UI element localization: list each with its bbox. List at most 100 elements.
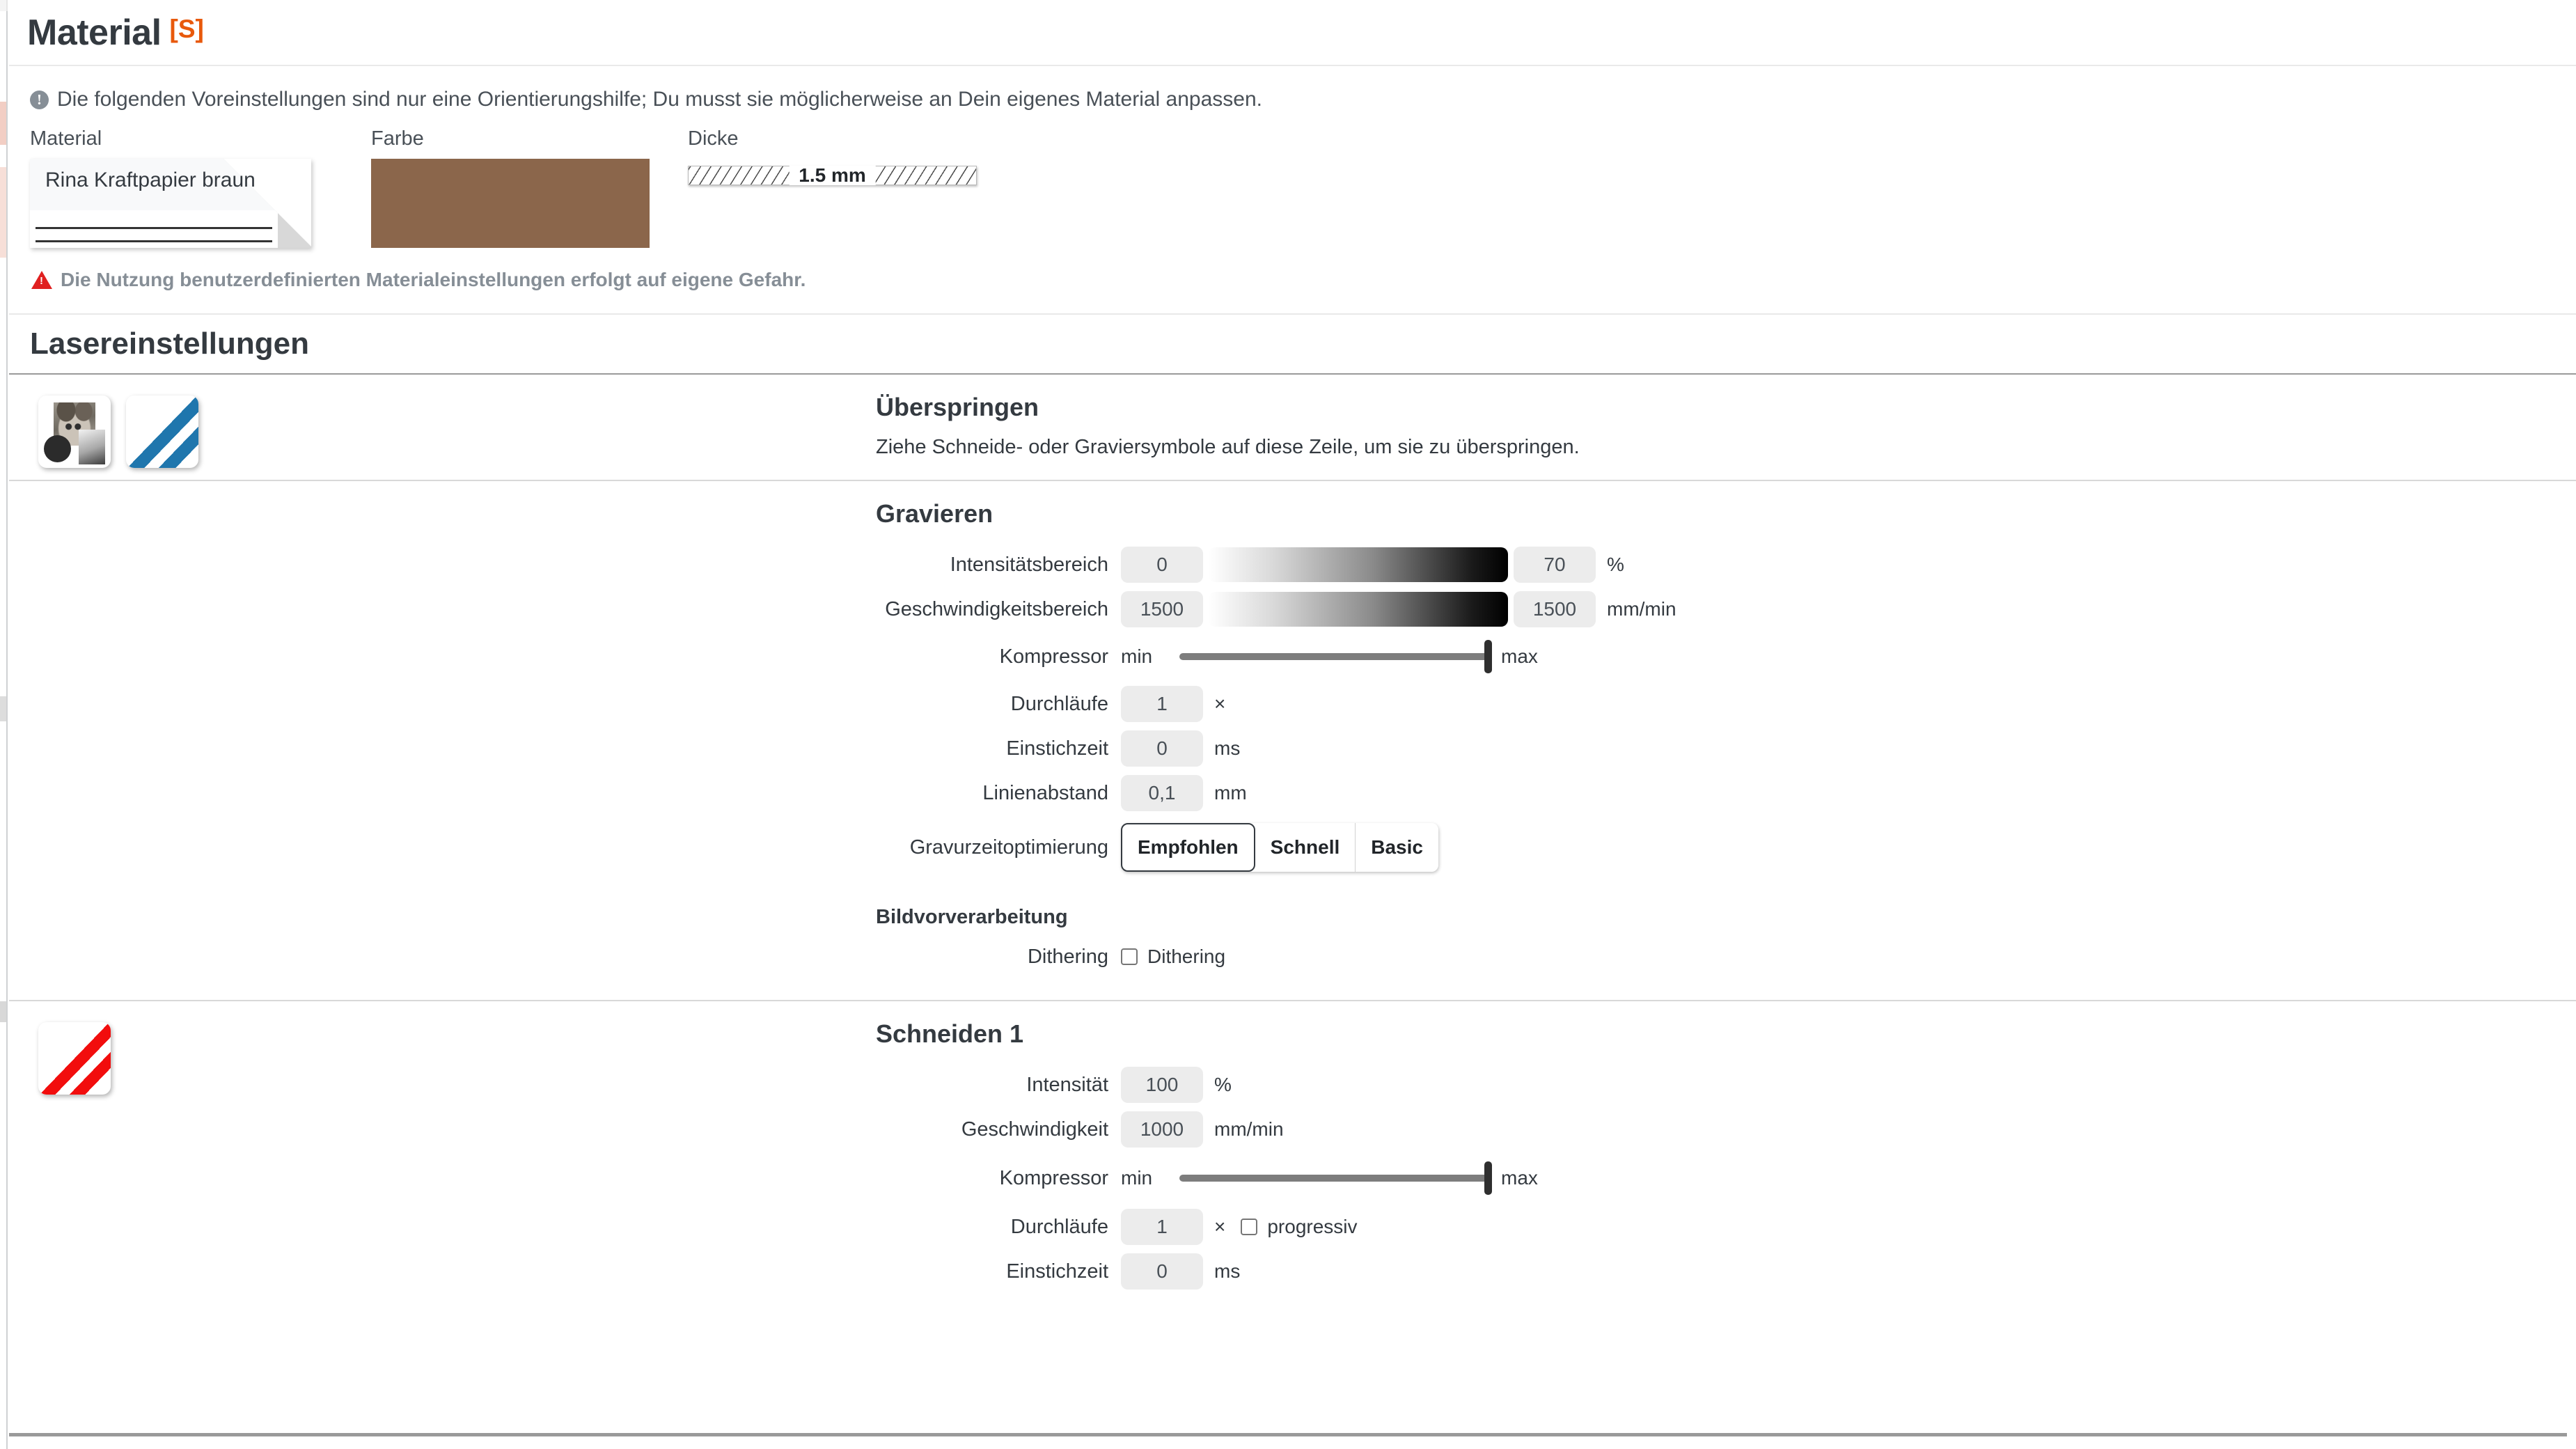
material-shortcut-badge: [S] bbox=[169, 14, 204, 43]
cut-intensity-unit: % bbox=[1214, 1074, 1232, 1095]
material-card-rule-lower bbox=[36, 240, 272, 242]
engrave-line-spacing-unit: mm bbox=[1214, 782, 1247, 804]
engrave-intensity-unit: % bbox=[1607, 554, 1624, 575]
skip-thumbnails-column bbox=[9, 375, 876, 480]
engrave-optimization-segmented-control: Empfohlen Schnell Basic bbox=[1121, 823, 1438, 872]
engrave-intensity-gradient-bar[interactable] bbox=[1209, 547, 1508, 582]
cut-compressor-min-label: min bbox=[1121, 1167, 1153, 1189]
engrave-optimization-option-basic[interactable]: Basic bbox=[1356, 823, 1438, 872]
material-field-label: Material bbox=[30, 127, 102, 150]
cut-pierce-time-input[interactable] bbox=[1121, 1253, 1203, 1290]
cut-speed-label: Geschwindigkeit bbox=[961, 1118, 1108, 1141]
engrave-circle-icon bbox=[44, 435, 71, 462]
window-left-edge bbox=[0, 0, 8, 1449]
engrave-speed-unit: mm/min bbox=[1607, 598, 1676, 620]
cut-progressive-checkbox[interactable] bbox=[1241, 1219, 1258, 1235]
window-left-edge-top bbox=[0, 0, 8, 11]
info-notice-text: Die folgenden Voreinstellungen sind nur … bbox=[57, 88, 1262, 111]
material-field-block: Material Rina Kraftpapier braun bbox=[30, 127, 311, 248]
material-header: Material [S] bbox=[9, 0, 2576, 66]
engrave-section: Gravieren Intensitätsbereich % Geschwind… bbox=[9, 481, 2576, 1001]
engrave-content-column: Gravieren Intensitätsbereich % Geschwind… bbox=[876, 481, 2576, 1000]
engrave-compressor-slider-thumb[interactable] bbox=[1484, 640, 1492, 673]
engrave-intensity-min-input[interactable] bbox=[1121, 547, 1203, 583]
engrave-optimization-option-schnell[interactable]: Schnell bbox=[1255, 823, 1356, 872]
cut-compressor-row: Kompressor min max bbox=[876, 1152, 2576, 1205]
engrave-heading: Gravieren bbox=[876, 499, 994, 528]
cut-compressor-label: Kompressor bbox=[999, 1166, 1108, 1189]
skip-heading: Überspringen bbox=[876, 393, 1039, 421]
engrave-optimization-row: Gravurzeitoptimierung Empfohlen Schnell … bbox=[876, 815, 2576, 879]
risk-warning-row: Die Nutzung benutzerdefinierten Material… bbox=[9, 267, 2576, 292]
dithering-checkbox[interactable] bbox=[1121, 948, 1138, 965]
engrave-line-spacing-label: Linienabstand bbox=[982, 781, 1108, 804]
engrave-line-spacing-input[interactable] bbox=[1121, 775, 1203, 811]
engrave-speed-range-row: Geschwindigkeitsbereich mm/min bbox=[876, 587, 2576, 632]
dithering-row: Dithering Dithering bbox=[876, 934, 2576, 979]
cut-passes-row: Durchläufe × progressiv bbox=[876, 1205, 2576, 1249]
engrave-passes-label: Durchläufe bbox=[1010, 692, 1108, 715]
engrave-speed-range-label: Geschwindigkeitsbereich bbox=[885, 597, 1108, 620]
engrave-optimization-label: Gravurzeitoptimierung bbox=[909, 836, 1108, 859]
engrave-compressor-label: Kompressor bbox=[999, 645, 1108, 668]
cut-intensity-row: Intensität % bbox=[876, 1063, 2576, 1107]
thickness-field-block: Dicke 1.5 mm bbox=[688, 127, 977, 248]
engrave-intensity-max-input[interactable] bbox=[1514, 547, 1596, 583]
material-select-card[interactable]: Rina Kraftpapier braun bbox=[30, 159, 311, 248]
page-bottom-divider bbox=[9, 1433, 2567, 1436]
engrave-passes-unit: × bbox=[1214, 693, 1226, 714]
info-icon: ! bbox=[30, 90, 49, 109]
engrave-pierce-time-input[interactable] bbox=[1121, 730, 1203, 767]
engrave-compressor-row: Kompressor min max bbox=[876, 632, 2576, 682]
edge-tint-marker-d bbox=[0, 1001, 6, 1022]
engrave-compressor-min-label: min bbox=[1121, 645, 1153, 667]
red-diagonal-lines-icon bbox=[38, 1022, 111, 1095]
cut-passes-input[interactable] bbox=[1121, 1209, 1203, 1245]
edge-tint-marker-b bbox=[0, 167, 6, 258]
cut-compressor-slider-thumb[interactable] bbox=[1484, 1161, 1492, 1195]
blue-diagonal-lines-icon bbox=[126, 395, 198, 468]
cut-pierce-time-unit: ms bbox=[1214, 1260, 1241, 1282]
engrave-passes-row: Durchläufe × bbox=[876, 682, 2576, 726]
cut-passes-unit: × bbox=[1214, 1216, 1226, 1237]
engrave-intensity-range-label: Intensitätsbereich bbox=[950, 553, 1108, 576]
cut-thumbnail-row bbox=[38, 1022, 876, 1095]
cut-compressor-slider[interactable] bbox=[1179, 1161, 1492, 1195]
info-notice-row: ! Die folgenden Voreinstellungen sind nu… bbox=[9, 87, 2576, 112]
skip-description: Ziehe Schneide- oder Graviersymbole auf … bbox=[876, 436, 1580, 458]
cut-passes-label: Durchläufe bbox=[1010, 1215, 1108, 1238]
engrave-speed-gradient-bar[interactable] bbox=[1209, 592, 1508, 627]
engrave-left-column bbox=[9, 481, 876, 1000]
engrave-line-spacing-row: Linienabstand mm bbox=[876, 771, 2576, 815]
engrave-optimization-option-empfohlen[interactable]: Empfohlen bbox=[1121, 823, 1255, 872]
image-preprocessing-heading: Bildvorverarbeitung bbox=[876, 906, 1068, 928]
blue-lines-thumbnail[interactable] bbox=[126, 395, 198, 468]
material-settings-page: Material [S] ! Die folgenden Voreinstell… bbox=[9, 0, 2576, 1449]
dithering-checkbox-label: Dithering bbox=[1147, 946, 1226, 967]
cut-pierce-time-row: Einstichzeit ms bbox=[876, 1249, 2576, 1294]
engrave-passes-input[interactable] bbox=[1121, 686, 1203, 722]
skip-thumbnail-row bbox=[38, 395, 876, 468]
engrave-speed-min-input[interactable] bbox=[1121, 591, 1203, 627]
cut-thumbnail-column bbox=[9, 1001, 876, 1315]
page-title: Material bbox=[27, 12, 162, 53]
dithering-label: Dithering bbox=[1027, 945, 1108, 968]
cut-intensity-input[interactable] bbox=[1121, 1067, 1203, 1103]
cut-compressor-max-label: max bbox=[1501, 1167, 1538, 1189]
cut-section: Schneiden 1 Intensität % Geschwindigkeit… bbox=[9, 1001, 2576, 1315]
laser-settings-title: Lasereinstellungen bbox=[30, 327, 310, 361]
engrave-speed-max-input[interactable] bbox=[1514, 591, 1596, 627]
thickness-bar[interactable]: 1.5 mm bbox=[688, 166, 977, 185]
engrave-compressor-slider[interactable] bbox=[1179, 640, 1492, 673]
cut-speed-input[interactable] bbox=[1121, 1111, 1203, 1148]
red-lines-thumbnail[interactable] bbox=[38, 1022, 111, 1095]
edge-tint-marker-c bbox=[0, 696, 6, 721]
laser-settings-header: Lasereinstellungen bbox=[9, 313, 2576, 375]
color-swatch[interactable] bbox=[371, 159, 650, 248]
color-field-label: Farbe bbox=[371, 127, 424, 150]
engrave-thumbnail[interactable] bbox=[38, 395, 111, 468]
cut-content-column: Schneiden 1 Intensität % Geschwindigkeit… bbox=[876, 1001, 2576, 1315]
cut-pierce-time-label: Einstichzeit bbox=[1006, 1260, 1108, 1283]
skip-content-column: Überspringen Ziehe Schneide- oder Gravie… bbox=[876, 375, 2576, 480]
material-fields-row: Material Rina Kraftpapier braun Farbe Di… bbox=[9, 127, 2576, 248]
